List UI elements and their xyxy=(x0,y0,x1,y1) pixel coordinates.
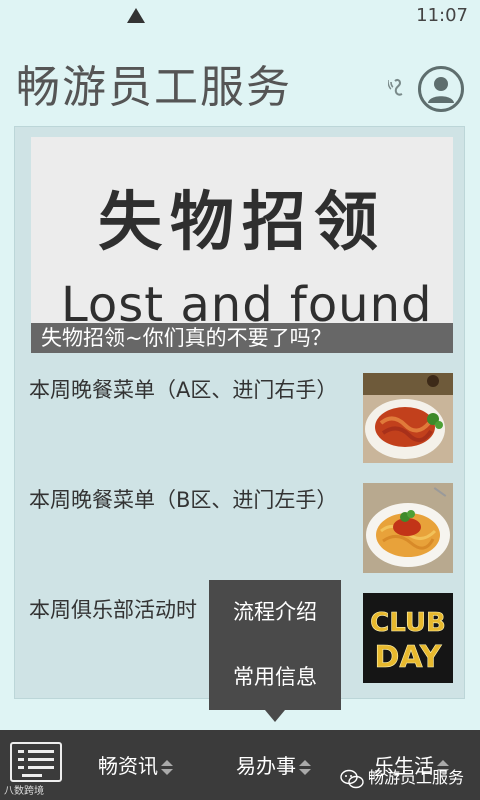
popup-pointer xyxy=(265,710,285,722)
nav-item-label: 易办事 xyxy=(236,754,296,778)
signal-up-icon xyxy=(127,8,145,23)
nav-item-news[interactable]: 畅资讯 xyxy=(98,750,173,779)
popup-item-info[interactable]: 常用信息 xyxy=(209,645,341,710)
news-item[interactable]: 本周晚餐菜单（A区、进门右手） xyxy=(29,373,453,467)
keyboard-menu-icon[interactable] xyxy=(10,742,62,782)
club-day-text: CLUB xyxy=(370,608,446,638)
watermark-text: 畅游员工服务 xyxy=(368,768,465,787)
club-day-image: CLUB DAY xyxy=(363,593,453,683)
popup-menu: 流程介绍 常用信息 xyxy=(209,580,341,710)
user-avatar-icon xyxy=(428,77,454,103)
nav-item-label: 畅资讯 xyxy=(98,754,158,778)
wechat-icon xyxy=(340,769,364,788)
news-item[interactable]: 本周晚餐菜单（B区、进门左手） xyxy=(29,483,453,577)
user-avatar-button[interactable] xyxy=(418,66,464,112)
lost-and-found-banner[interactable]: 失物招领 Lost and found 失物招领~你们真的不要了吗？ xyxy=(31,137,453,353)
sort-arrows-icon xyxy=(299,759,311,776)
ear-icon[interactable] xyxy=(388,74,410,98)
status-time: 11:07 xyxy=(416,5,468,26)
status-bar: 11:07 xyxy=(0,0,480,32)
popup-item-process[interactable]: 流程介绍 xyxy=(209,580,341,645)
sort-arrows-icon xyxy=(161,759,173,776)
news-title: 本周晚餐菜单（B区、进门左手） xyxy=(29,488,338,512)
spaghetti-image xyxy=(363,483,453,573)
banner-image-text-cn: 失物招领 xyxy=(98,186,386,260)
app-title: 畅游员工服务 xyxy=(16,62,292,113)
banner-caption: 失物招领~你们真的不要了吗？ xyxy=(31,323,453,353)
pasta-dish-image xyxy=(363,373,453,463)
wechat-watermark: 畅游员工服务 xyxy=(340,764,464,789)
news-title: 本周晚餐菜单（A区、进门右手） xyxy=(29,378,338,402)
club-day-text: DAY xyxy=(375,640,443,675)
nav-item-services[interactable]: 易办事 xyxy=(236,750,311,779)
corner-watermark: 八数跨境 xyxy=(4,786,44,797)
